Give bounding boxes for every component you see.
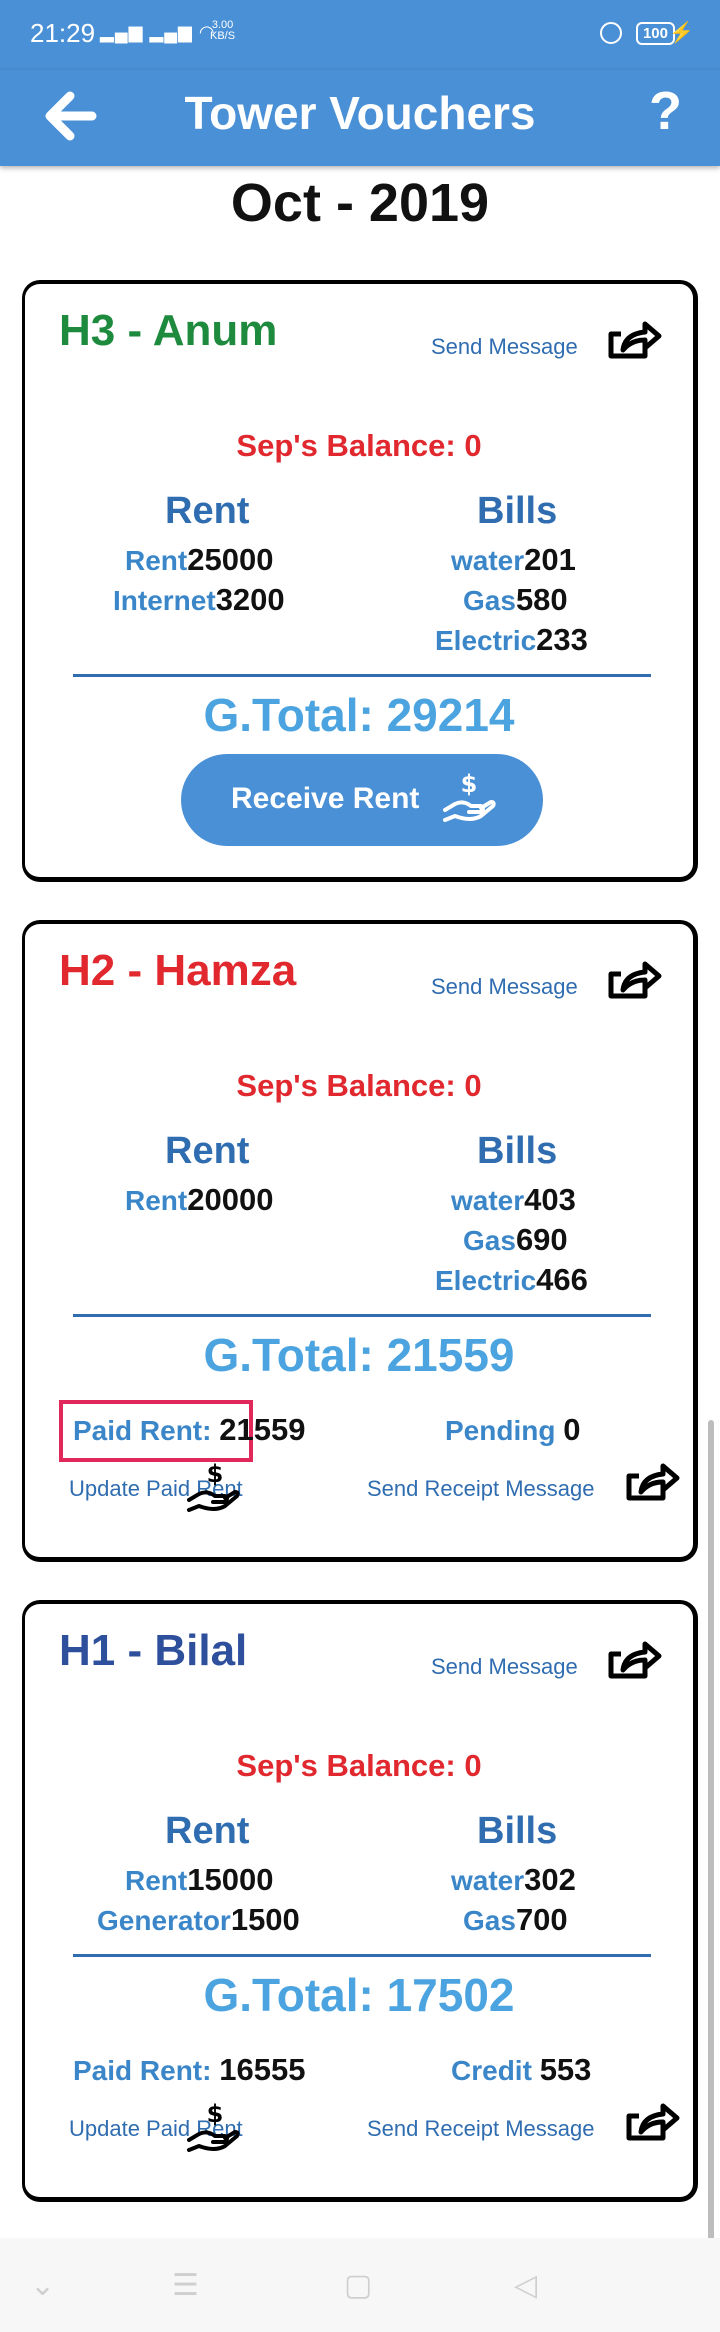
voucher-card: H3 - Anum Send Message Sep's Balance: 0 …	[22, 280, 698, 882]
rent-heading: Rent	[165, 490, 250, 532]
payment-hand-icon: $	[443, 770, 496, 822]
page-title: Tower Vouchers	[184, 87, 536, 139]
chevron-down-icon[interactable]: ⌄	[30, 2268, 55, 2303]
svg-text:$: $	[207, 1460, 224, 1488]
bills-heading: Bills	[477, 1130, 558, 1172]
share-icon[interactable]	[605, 1640, 663, 1690]
bill-item: water302	[451, 1862, 576, 1897]
svg-text:$: $	[461, 770, 478, 798]
voucher-card: H1 - Bilal Send Message Sep's Balance: 0…	[22, 1600, 698, 2202]
back-icon[interactable]: ◁	[514, 2268, 537, 2303]
bill-item: Electric233	[435, 622, 588, 657]
grand-total: G.Total: 29214	[203, 689, 515, 741]
alarm-icon	[600, 22, 622, 44]
bills-heading: Bills	[477, 1810, 558, 1852]
rent-heading: Rent	[165, 1810, 250, 1852]
system-nav-bar: ⌄ ☰ ▢ ◁	[0, 2238, 720, 2332]
bill-item: water403	[451, 1182, 576, 1217]
rent-heading: Rent	[165, 1130, 250, 1172]
menu-icon[interactable]: ☰	[172, 2268, 199, 2303]
previous-balance: Sep's Balance: 0	[236, 1748, 482, 1783]
bill-item: water201	[451, 542, 576, 577]
divider	[73, 674, 651, 677]
home-icon[interactable]: ▢	[344, 2268, 372, 2303]
rent-item: Generator1500	[97, 1902, 300, 1937]
send-message-link[interactable]: Send Message	[431, 974, 578, 1000]
payment-hand-icon[interactable]: $	[185, 1460, 241, 1516]
receive-rent-button[interactable]: Receive Rent $	[181, 754, 543, 846]
rent-item: Rent25000	[125, 542, 274, 577]
pending-amount: Pending 0	[445, 1412, 581, 1447]
voucher-card: H2 - Hamza Send Message Sep's Balance: 0…	[22, 920, 698, 1562]
status-time: 21:29	[30, 18, 96, 48]
charging-icon: ⚡	[669, 22, 694, 44]
share-icon[interactable]	[605, 960, 663, 1010]
app-bar: Tower Vouchers ?	[0, 70, 720, 166]
month-heading: Oct - 2019	[230, 173, 490, 233]
grand-total: G.Total: 21559	[203, 1329, 515, 1381]
share-icon[interactable]	[623, 2102, 681, 2152]
svg-text:$: $	[207, 2100, 224, 2128]
receive-rent-label: Receive Rent	[231, 782, 420, 815]
status-bar: 21:29 ▂▄▆ ▂▄▆ ◠ 3.00 KB/S 100 ⚡	[0, 0, 720, 70]
bill-item: Gas690	[463, 1222, 568, 1257]
share-icon[interactable]	[623, 1462, 681, 1512]
send-receipt-message-link[interactable]: Send Receipt Message	[367, 1476, 594, 1502]
tenant-name: H2 - Hamza	[59, 946, 297, 995]
network-speed: 3.00 KB/S	[210, 19, 236, 42]
grand-total: G.Total: 17502	[203, 1969, 515, 2021]
help-button[interactable]: ?	[649, 80, 682, 142]
paid-rent: Paid Rent: 16555	[73, 2052, 306, 2087]
signal-icon: ▂▄▆ ▂▄▆ ◠	[100, 22, 216, 42]
bill-item: Gas700	[463, 1902, 568, 1937]
rent-item: Rent15000	[125, 1862, 274, 1897]
send-receipt-message-link[interactable]: Send Receipt Message	[367, 2116, 594, 2142]
share-icon[interactable]	[605, 320, 663, 370]
bill-item: Gas580	[463, 582, 568, 617]
send-message-link[interactable]: Send Message	[431, 334, 578, 360]
divider	[73, 1954, 651, 1957]
tenant-name: H1 - Bilal	[59, 1626, 248, 1675]
bills-heading: Bills	[477, 490, 558, 532]
credit-amount: Credit 553	[451, 2052, 592, 2087]
previous-balance: Sep's Balance: 0	[236, 428, 482, 463]
bill-item: Electric466	[435, 1262, 588, 1297]
tenant-name: H3 - Anum	[59, 306, 278, 355]
payment-hand-icon[interactable]: $	[185, 2100, 241, 2156]
previous-balance: Sep's Balance: 0	[236, 1068, 482, 1103]
rent-item: Rent20000	[125, 1182, 274, 1217]
paid-rent: Paid Rent: 21559	[73, 1412, 306, 1447]
scrollbar[interactable]	[708, 1420, 714, 2240]
send-message-link[interactable]: Send Message	[431, 1654, 578, 1680]
rent-item: Internet3200	[113, 582, 285, 617]
divider	[73, 1314, 651, 1317]
